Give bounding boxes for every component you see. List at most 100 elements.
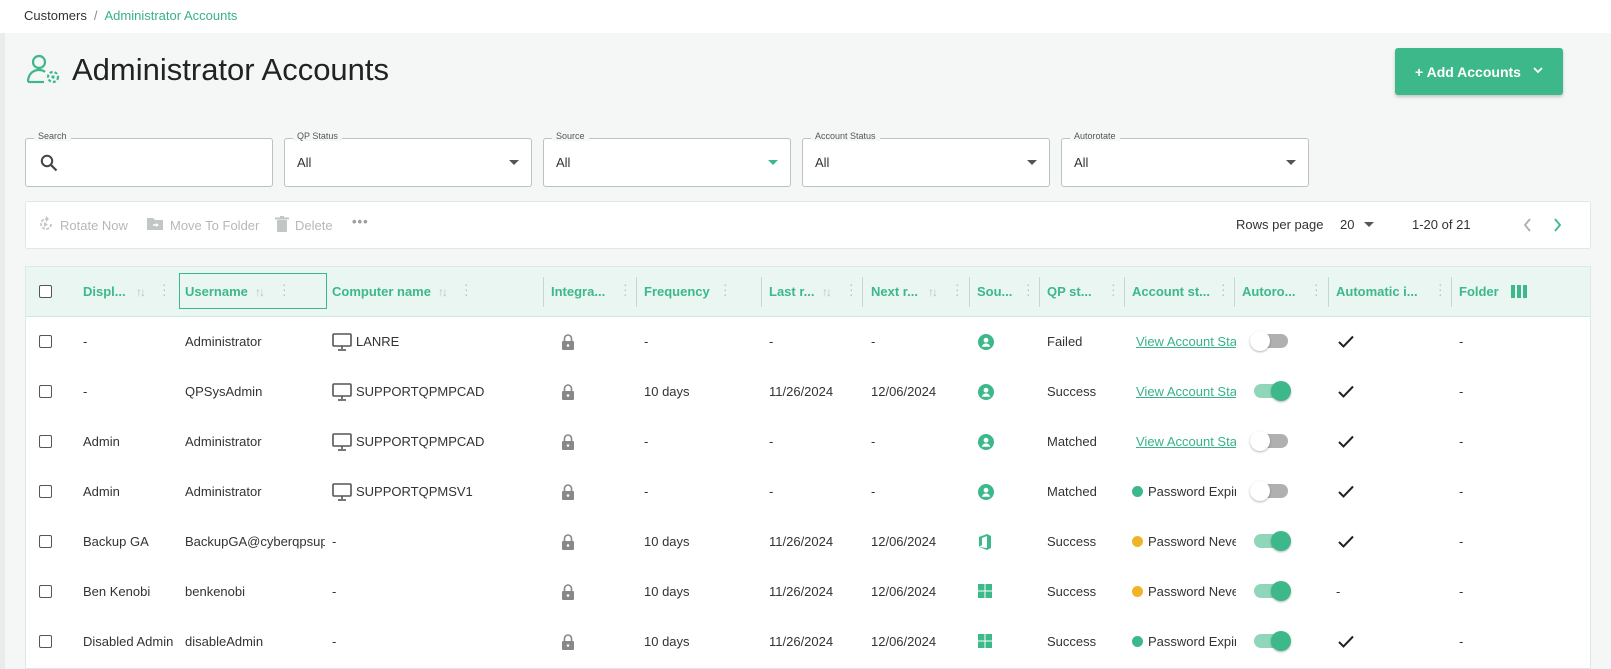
column-separator[interactable] <box>862 277 863 307</box>
row-checkbox[interactable] <box>39 585 52 598</box>
row-checkbox[interactable] <box>39 635 52 648</box>
frequency-cell: 10 days <box>644 584 690 599</box>
column-header-username[interactable]: Username <box>185 284 248 299</box>
column-menu-icon[interactable]: · · · <box>464 277 469 301</box>
move-to-folder-button[interactable]: Move To Folder <box>146 216 259 234</box>
view-account-status-link[interactable]: View Account Sta <box>1136 334 1236 349</box>
row-checkbox[interactable] <box>39 335 52 348</box>
more-icon[interactable]: ••• <box>352 214 369 229</box>
sort-icon[interactable]: ↑↓ <box>255 285 265 299</box>
column-menu-icon[interactable]: · · · <box>1314 277 1319 301</box>
view-account-status-link[interactable]: View Account Sta <box>1136 434 1236 449</box>
column-separator[interactable] <box>1039 277 1040 307</box>
view-account-status-link[interactable]: View Account Sta <box>1136 384 1236 399</box>
column-menu-icon[interactable]: · · · <box>1111 277 1116 301</box>
column-separator[interactable] <box>1234 277 1235 307</box>
page-header: Administrator Accounts <box>26 52 389 88</box>
table-row[interactable]: Backup GA BackupGA@cyberqpsup -10 days 11/2… <box>26 517 1590 567</box>
account-status-select[interactable]: Account Status All <box>802 131 1050 187</box>
username-cell: BackupGA@cyberqpsup <box>185 534 325 549</box>
sort-icon[interactable]: ↑↓ <box>928 285 938 299</box>
column-header-next-rotation[interactable]: Next r... <box>871 284 918 299</box>
table-row[interactable]: Disabled Admin disableAdmin - 10 days 11/26/… <box>26 617 1590 667</box>
row-checkbox[interactable] <box>39 535 52 548</box>
column-header-frequency[interactable]: Frequency <box>644 284 710 299</box>
autorotate-toggle[interactable] <box>1250 331 1288 351</box>
column-menu-icon[interactable]: · · · <box>849 277 854 301</box>
row-checkbox[interactable] <box>39 435 52 448</box>
breadcrumb-customers[interactable]: Customers <box>24 8 87 23</box>
column-menu-icon[interactable]: · · · <box>723 277 728 301</box>
table-row[interactable]: - QPSysAdmin SUPPORTQPMPCAD 10 days 11/26/20… <box>26 367 1590 417</box>
actions-toolbar: Rotate Now Move To Folder Delete ••• Row… <box>25 201 1591 249</box>
autorotate-toggle[interactable] <box>1250 481 1288 501</box>
autorotate-toggle[interactable] <box>1254 381 1291 401</box>
column-header-last-rotation[interactable]: Last r... <box>769 284 815 299</box>
rotate-now-button[interactable]: Rotate Now <box>38 216 128 235</box>
computer-name-cell: SUPPORTQPMPCAD <box>356 434 485 449</box>
sort-icon[interactable]: ↑↓ <box>822 285 832 299</box>
table-row[interactable]: Admin Administrator SUPPORTQPMSV1 - - - Matche… <box>26 467 1590 517</box>
user-circle-icon <box>978 484 994 503</box>
sort-icon[interactable]: ↑↓ <box>136 285 146 299</box>
column-header-folder[interactable]: Folder <box>1459 284 1499 299</box>
autorotate-toggle[interactable] <box>1254 581 1291 601</box>
column-separator[interactable] <box>1328 277 1329 307</box>
check-icon <box>1338 535 1354 551</box>
column-header-computer[interactable]: Computer name <box>332 284 431 299</box>
breadcrumb-current: Administrator Accounts <box>104 8 238 23</box>
column-separator[interactable] <box>543 277 544 307</box>
column-header-automatic[interactable]: Automatic i... <box>1336 284 1418 299</box>
frequency-cell: 10 days <box>644 534 690 549</box>
column-separator[interactable] <box>761 277 762 307</box>
column-separator[interactable] <box>1124 277 1125 307</box>
folder-cell: - <box>1459 634 1464 649</box>
column-header-display[interactable]: Displ... <box>83 284 126 299</box>
account-status-cell: Password Neve <box>1132 534 1236 549</box>
select-all-checkbox[interactable] <box>39 285 52 298</box>
table-row[interactable]: Ben Kenobi benkenobi - 10 days 11/26/2024 12/… <box>26 567 1590 617</box>
search-field[interactable]: Search <box>25 131 273 187</box>
column-menu-icon[interactable]: · · · <box>1026 277 1031 301</box>
chevron-left-icon[interactable] <box>1523 218 1532 235</box>
autorotate-toggle[interactable] <box>1254 631 1291 651</box>
chevron-right-icon[interactable] <box>1553 218 1562 235</box>
row-checkbox[interactable] <box>39 485 52 498</box>
row-checkbox[interactable] <box>39 385 52 398</box>
column-menu-icon[interactable]: · · · <box>1221 277 1226 301</box>
qp-status-select[interactable]: QP Status All <box>284 131 532 187</box>
autorotate-toggle[interactable] <box>1254 531 1291 551</box>
column-header-source[interactable]: Sou... <box>977 284 1012 299</box>
add-accounts-button[interactable]: + Add Accounts <box>1395 48 1563 95</box>
column-menu-icon[interactable]: · · · <box>162 277 167 301</box>
columns-icon[interactable] <box>1511 285 1527 301</box>
status-dot <box>1132 486 1143 497</box>
delete-button[interactable]: Delete <box>275 216 333 235</box>
computer-name-cell: SUPPORTQPMSV1 <box>356 484 473 499</box>
check-icon <box>1338 435 1354 451</box>
column-header-account-status[interactable]: Account st... <box>1132 284 1210 299</box>
column-menu-icon[interactable]: · · · <box>1438 277 1443 301</box>
table-row[interactable]: Admin Administrator SUPPORTQPMPCAD - - - Match… <box>26 417 1590 467</box>
column-menu-icon[interactable]: · · · <box>282 277 287 301</box>
frequency-cell: 10 days <box>644 384 690 399</box>
rows-per-page-select[interactable]: 20 <box>1340 217 1375 232</box>
folder-cell: - <box>1459 484 1464 499</box>
autorotate-select[interactable]: Autorotate All <box>1061 131 1309 187</box>
column-header-qp-status[interactable]: QP st... <box>1047 284 1092 299</box>
column-separator[interactable] <box>969 277 970 307</box>
toggle-knob <box>1250 431 1270 451</box>
sort-icon[interactable]: ↑↓ <box>438 285 448 299</box>
table-row[interactable]: - Administrator LANRE - - - Failed View Account… <box>26 317 1590 367</box>
source-select[interactable]: Source All <box>543 131 791 187</box>
autorotate-toggle[interactable] <box>1250 431 1288 451</box>
column-header-autorotate[interactable]: Autoro... <box>1242 284 1295 299</box>
folder-move-icon <box>146 216 170 234</box>
column-header-integration[interactable]: Integra... <box>551 284 605 299</box>
account-status-value: All <box>815 155 830 170</box>
column-separator[interactable] <box>636 277 637 307</box>
column-menu-icon[interactable]: · · · <box>623 277 628 301</box>
column-menu-icon[interactable]: · · · <box>955 277 960 301</box>
username-cell: Administrator <box>185 484 262 499</box>
column-separator[interactable] <box>1451 277 1452 307</box>
